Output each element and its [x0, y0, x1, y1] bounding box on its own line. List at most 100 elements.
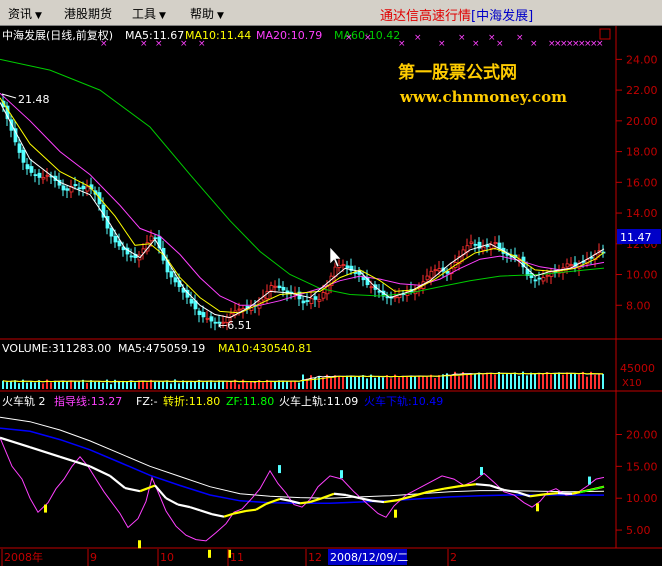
candle-body [433, 269, 438, 272]
volume-ma10: MA10:430540.81 [218, 342, 312, 355]
volume-bar [442, 374, 444, 389]
signal-marker: × [364, 33, 372, 43]
signal-marker: × [516, 33, 524, 43]
menu-bar: 资讯 ▼ 港股期货 工具 ▼ 帮助 ▼ 通达信高速行情[中海发展] [0, 0, 662, 26]
turn-line-segment [309, 497, 323, 504]
candle-body [545, 274, 550, 277]
volume-bar [78, 381, 80, 389]
volume-bar [570, 373, 572, 389]
indicator-tick-label: 10.00 [626, 492, 658, 505]
volume-bar [342, 377, 344, 389]
chevron-down-icon: ▼ [159, 11, 166, 21]
volume-bar [502, 374, 504, 389]
turn-line-segment [333, 492, 347, 497]
volume-bar [482, 374, 484, 389]
signal-marker: × [496, 39, 504, 49]
turn-line-segment [124, 486, 141, 493]
volume-bar [50, 382, 52, 389]
candle-body [301, 300, 306, 304]
candle-body [209, 316, 214, 322]
candle-body [281, 286, 286, 291]
volume-bar [490, 372, 492, 389]
volume-bar [562, 374, 564, 389]
volume-bar [330, 378, 332, 389]
volume-bar [414, 376, 416, 389]
volume-bar [470, 373, 472, 389]
volume-bar [146, 382, 148, 389]
volume-bar [518, 375, 520, 389]
candle-body [169, 271, 174, 278]
candle-body [305, 300, 310, 302]
watermark-title: 第一股票公式网 [398, 62, 517, 83]
candle-body [77, 187, 82, 190]
candle-body [33, 174, 38, 177]
watermark-url: www.chnmoney.com [399, 88, 567, 106]
turn-line-segment [109, 475, 126, 489]
buy-signal-bar [536, 503, 539, 512]
candle-body [17, 143, 22, 153]
legend-upper-track: 火车上轨:11.09 [279, 394, 358, 408]
volume-bar [274, 381, 276, 389]
volume-bar [122, 381, 124, 389]
signal-marker: × [398, 39, 406, 49]
menu-item-info[interactable]: 资讯 ▼ [8, 5, 42, 22]
volume-bar [558, 372, 560, 389]
volume-bar [118, 381, 120, 389]
price-tick-label: 8.00 [626, 299, 651, 312]
volume-bar [170, 383, 172, 389]
candle-body [437, 268, 442, 272]
volume-bar [178, 383, 180, 389]
legend-ma20: MA20:10.79 [256, 29, 322, 42]
candle-body [321, 292, 326, 299]
turn-line-segment [489, 484, 505, 491]
turn-line-segment [211, 513, 225, 518]
menu-item-help[interactable]: 帮助 ▼ [190, 5, 224, 22]
volume-bar [378, 376, 380, 389]
volume-bar [350, 375, 352, 389]
volume-bar [366, 378, 368, 389]
volume-bar [214, 382, 216, 389]
price-tick-label: 10.00 [626, 269, 658, 282]
turn-line-segment [443, 485, 461, 490]
volume-bar [238, 384, 240, 389]
current-price-label: 11.47 [620, 231, 652, 244]
candle-body [41, 177, 46, 180]
indicator-tick-label: 20.00 [626, 428, 658, 441]
volume-bar [262, 382, 264, 389]
candle-body [45, 174, 50, 177]
candle-body [269, 285, 274, 291]
volume-bar [434, 378, 436, 389]
volume-bar [302, 374, 304, 389]
indicator-tick-label: 15.00 [626, 460, 658, 473]
volume-bar [346, 375, 348, 389]
panel-toggle-icon[interactable] [599, 28, 611, 40]
turn-line-segment [299, 500, 311, 505]
menu-item-tools[interactable]: 工具 ▼ [132, 5, 166, 22]
candle-body [313, 296, 318, 300]
volume-bar [134, 382, 136, 389]
volume-bar [94, 382, 96, 389]
volume-bar [358, 376, 360, 389]
turn-line-segment [557, 492, 573, 495]
turn-line-segment [371, 499, 385, 504]
signal-marker: × [488, 33, 496, 43]
candle-body [317, 299, 322, 302]
candle-body [173, 277, 178, 283]
volume-bar [162, 381, 164, 389]
menu-item-hk-futures[interactable]: 港股期货 [64, 5, 112, 22]
candle-body [81, 185, 86, 190]
indicator-axis: 20.00 15.00 10.00 5.00 [616, 428, 658, 537]
candle-body [129, 255, 134, 258]
volume-bar [226, 381, 228, 389]
volume-bar [542, 373, 544, 389]
candle-body [533, 279, 538, 282]
volume-bar [58, 380, 60, 389]
turn-line-segment [359, 497, 373, 502]
candle-body [109, 227, 114, 237]
candle-body [429, 270, 434, 279]
time-tick-label: 2008年 [4, 550, 43, 564]
chevron-down-icon: ▼ [35, 11, 42, 21]
candle-body [277, 285, 282, 289]
signal-marker: × [438, 39, 446, 49]
stock-chart[interactable]: 中海发展(日线,前复权) MA5:11.67 MA10:11.44 MA20:1… [0, 26, 662, 566]
